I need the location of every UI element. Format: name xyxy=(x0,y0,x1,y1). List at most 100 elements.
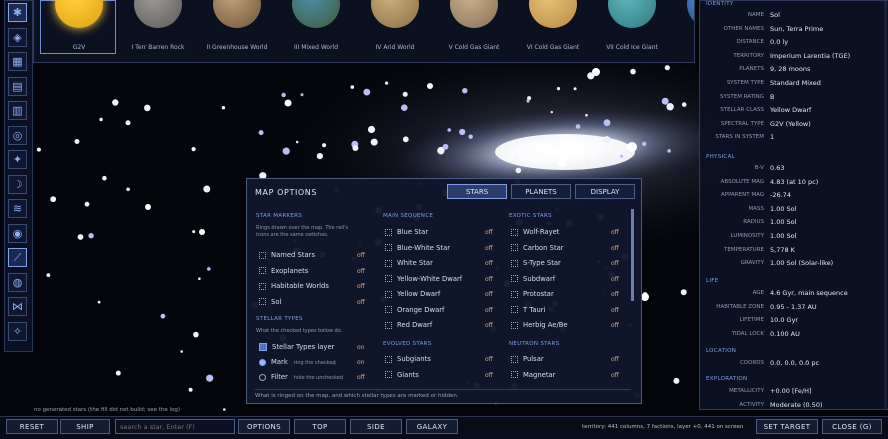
map-star[interactable] xyxy=(322,143,327,148)
chart-icon-button[interactable]: ▥ xyxy=(8,101,27,120)
close-button[interactable]: CLOSE (G) xyxy=(822,419,882,434)
map-star[interactable] xyxy=(439,151,443,155)
map-star[interactable] xyxy=(427,83,433,89)
side-view-button[interactable]: SIDE xyxy=(350,419,402,434)
map-star[interactable] xyxy=(667,149,671,153)
planet-thumb[interactable]: III Mixed World xyxy=(283,0,349,51)
map-star[interactable] xyxy=(97,300,101,304)
map-star[interactable] xyxy=(282,147,290,155)
map-star[interactable] xyxy=(300,93,304,97)
map-star[interactable] xyxy=(680,289,687,296)
star-icon-button[interactable]: ✱ xyxy=(8,3,27,22)
map-star[interactable] xyxy=(144,104,151,112)
option-toggle[interactable]: Carbon Star xyxy=(511,244,564,254)
map-star[interactable] xyxy=(363,88,371,96)
option-toggle[interactable]: Named Stars xyxy=(259,251,315,261)
option-toggle[interactable]: Blue-White Star xyxy=(385,244,450,254)
network-icon-button[interactable]: ⋈ xyxy=(8,297,27,316)
tab-display[interactable]: DISPLAY xyxy=(575,184,635,199)
map-star[interactable] xyxy=(447,128,452,132)
grid-icon-button[interactable]: ▦ xyxy=(8,52,27,71)
option-toggle[interactable]: Exoplanets xyxy=(259,267,308,277)
map-star[interactable] xyxy=(221,106,226,110)
map-star[interactable] xyxy=(442,143,449,150)
map-star[interactable] xyxy=(199,229,205,235)
globe-icon-button[interactable]: ◉ xyxy=(8,223,27,243)
crescent-icon-button[interactable]: ☽ xyxy=(8,174,27,194)
map-star[interactable] xyxy=(352,145,359,151)
map-star[interactable] xyxy=(88,233,94,239)
map-star[interactable] xyxy=(550,110,553,114)
map-star[interactable] xyxy=(258,130,264,136)
map-star[interactable] xyxy=(515,167,522,174)
map-star[interactable] xyxy=(515,155,518,159)
map-star[interactable] xyxy=(664,65,670,71)
map-star[interactable] xyxy=(367,125,376,134)
map-star[interactable] xyxy=(223,408,226,411)
layers-icon-button[interactable]: ▤ xyxy=(8,76,27,96)
option-toggle[interactable]: Yellow-White Dwarf xyxy=(385,275,462,285)
map-star[interactable] xyxy=(661,97,669,105)
tab-stars[interactable]: STARS xyxy=(447,184,507,199)
option-toggle[interactable]: Stellar Types layer xyxy=(259,343,334,353)
options-button[interactable]: OPTIONS xyxy=(238,419,290,434)
galaxy-view-button[interactable]: GALAXY xyxy=(406,419,458,434)
option-toggle[interactable]: Orange Dwarf xyxy=(385,306,444,316)
map-star[interactable] xyxy=(627,142,637,152)
map-star[interactable] xyxy=(36,147,41,152)
map-star[interactable] xyxy=(102,175,107,181)
map-star[interactable] xyxy=(188,387,193,392)
map-star[interactable] xyxy=(74,139,80,144)
option-toggle[interactable]: Habitable Worlds xyxy=(259,282,329,292)
map-star[interactable] xyxy=(281,92,286,98)
option-toggle[interactable]: S-Type Star xyxy=(511,259,561,269)
map-star[interactable] xyxy=(585,113,588,117)
option-toggle[interactable]: Herbig Ae/Be xyxy=(511,321,568,331)
map-star[interactable] xyxy=(284,99,292,107)
map-star[interactable] xyxy=(402,136,409,143)
map-star[interactable] xyxy=(642,141,647,147)
map-star[interactable] xyxy=(603,136,611,144)
map-star[interactable] xyxy=(350,85,355,89)
option-toggle[interactable]: Filter hide the unchecked xyxy=(259,373,343,383)
map-star[interactable] xyxy=(50,196,57,203)
map-star[interactable] xyxy=(592,68,600,76)
orbit-icon-button[interactable]: ◎ xyxy=(8,125,27,145)
map-star[interactable] xyxy=(573,87,577,91)
option-toggle[interactable]: Sol xyxy=(259,298,281,308)
map-star[interactable] xyxy=(468,134,473,139)
ship-button[interactable]: SHIP xyxy=(60,419,110,434)
planet-thumb[interactable]: G2V xyxy=(46,0,112,51)
option-toggle[interactable]: Magnetar xyxy=(511,371,555,381)
map-star[interactable] xyxy=(462,88,468,94)
option-toggle[interactable]: T Tauri xyxy=(511,306,546,316)
planet-thumb[interactable]: VIII xyxy=(678,0,694,48)
option-toggle[interactable]: Subdwarf xyxy=(511,275,555,285)
option-toggle[interactable]: Giants xyxy=(385,371,419,381)
map-star[interactable] xyxy=(681,102,687,107)
map-star[interactable] xyxy=(198,277,201,281)
map-star[interactable] xyxy=(402,91,408,97)
map-star[interactable] xyxy=(125,120,131,126)
planet-thumb[interactable]: II Greenhouse World xyxy=(204,0,270,51)
map-star[interactable] xyxy=(99,117,103,122)
map-star[interactable] xyxy=(316,153,323,160)
option-toggle[interactable]: Mark ring the checked xyxy=(259,358,336,368)
map-star[interactable] xyxy=(370,138,378,146)
map-star[interactable] xyxy=(207,267,211,271)
option-toggle[interactable]: Blue Star xyxy=(385,228,428,238)
reset-button[interactable]: RESET xyxy=(6,419,58,434)
set-target-button[interactable]: SET TARGET xyxy=(756,419,818,434)
pin-icon-button[interactable]: ✧ xyxy=(8,321,27,341)
map-star[interactable] xyxy=(558,159,566,167)
map-star[interactable] xyxy=(401,104,408,111)
map-star[interactable] xyxy=(295,140,299,144)
map-star[interactable] xyxy=(115,370,121,376)
planet-thumb[interactable]: I Terr Barren Rock xyxy=(125,0,191,51)
star-burst-icon-button[interactable]: ✦ xyxy=(8,150,27,169)
map-star[interactable] xyxy=(191,147,196,152)
planet-thumb[interactable]: VII Cold Ice Giant xyxy=(599,0,665,51)
map-star[interactable] xyxy=(556,87,561,91)
map-star[interactable] xyxy=(526,99,530,103)
map-star[interactable] xyxy=(126,187,130,192)
